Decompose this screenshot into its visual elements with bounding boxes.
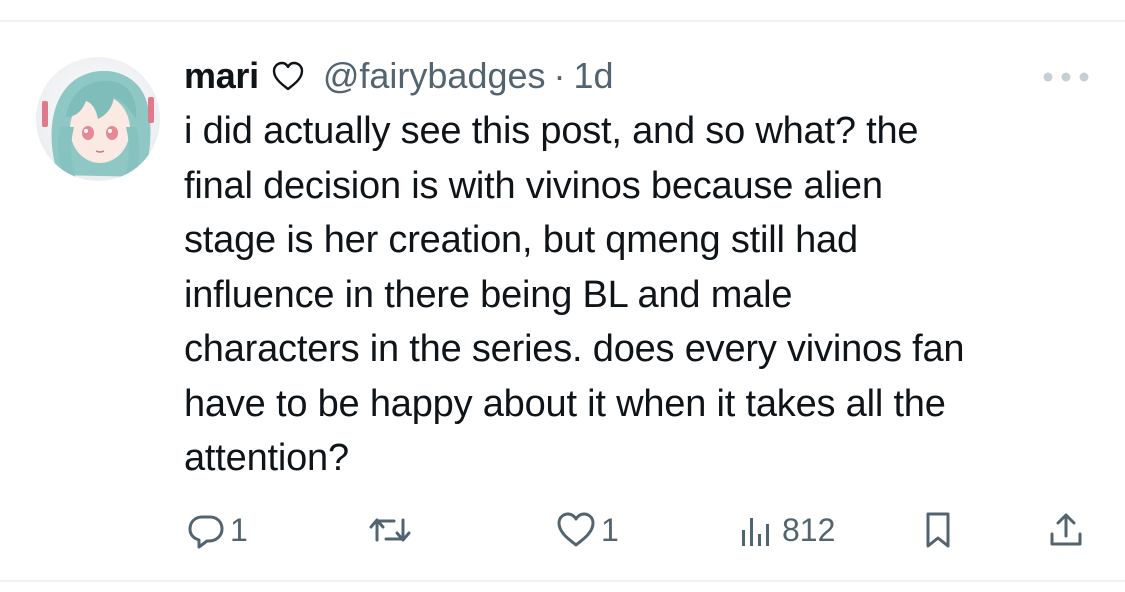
avatar[interactable] <box>36 57 160 181</box>
views-chart-icon <box>742 518 769 546</box>
retweet-icon <box>369 518 411 542</box>
share-upload-icon <box>1050 513 1082 546</box>
reply-button[interactable]: 1 <box>186 508 248 552</box>
tweet-text: i did actually see this post, and so wha… <box>184 110 965 479</box>
views-count: 812 <box>782 511 836 548</box>
like-count: 1 <box>601 511 619 548</box>
separator-dot: · <box>553 55 566 96</box>
like-heart-icon <box>557 512 595 547</box>
action-bar: 1 1 812 <box>0 508 1125 552</box>
top-divider <box>0 20 1125 22</box>
like-button[interactable]: 1 <box>555 508 619 552</box>
views-button[interactable]: 812 <box>738 508 835 552</box>
reply-icon <box>188 515 224 549</box>
display-name[interactable]: mari <box>184 55 259 97</box>
heart-outline-icon <box>271 60 305 92</box>
avatar-image <box>36 57 160 181</box>
user-handle[interactable]: @fairybadges <box>323 55 546 97</box>
reply-count: 1 <box>230 511 248 548</box>
bottom-divider <box>0 580 1125 582</box>
tweet-header: mari @fairybadges · 1d <box>184 54 614 98</box>
timestamp[interactable]: 1d <box>574 55 614 97</box>
bookmark-button[interactable] <box>920 508 956 552</box>
more-horizontal-icon <box>1043 72 1089 82</box>
retweet-button[interactable] <box>368 508 416 552</box>
share-button[interactable] <box>1046 508 1086 552</box>
bookmark-icon <box>926 512 950 548</box>
more-options-button[interactable] <box>1040 64 1092 90</box>
